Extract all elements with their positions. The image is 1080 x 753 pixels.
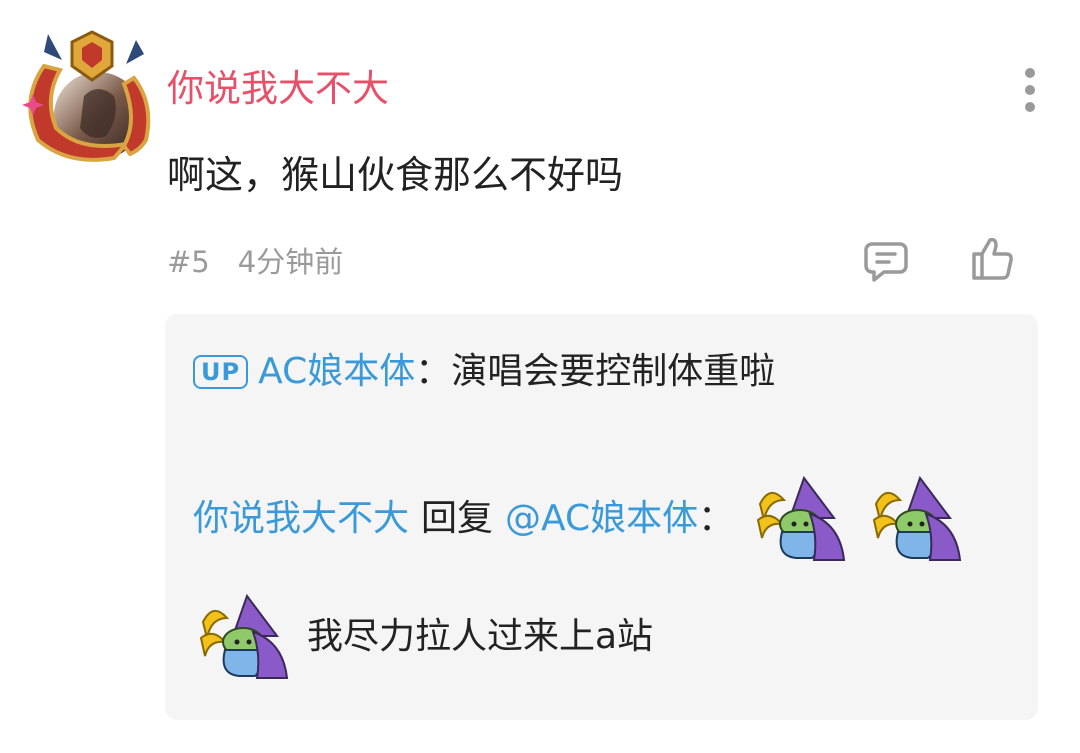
reply-list: UP AC娘本体 ： 演唱会要控制体重啦 你说我大不大 回复 @AC娘本体 ： (165, 314, 1038, 720)
comment-meta: #5 4分钟前 (167, 240, 343, 284)
hug-goblin-sticker (197, 592, 297, 682)
up-badge: UP (193, 355, 249, 389)
reply-word: 回复 (421, 498, 494, 539)
comment-username[interactable]: 你说我大不大 (167, 64, 389, 114)
more-vertical-icon-dot (1025, 85, 1035, 95)
more-vertical-icon (1025, 68, 1035, 78)
reply-icon (864, 242, 908, 282)
reply-author[interactable]: AC娘本体 (258, 347, 415, 397)
reply-separator: ： (415, 351, 452, 392)
like-button[interactable] (968, 234, 1018, 284)
floor-number: #5 (167, 245, 210, 279)
comment-text: 啊这，猴山伙食那么不好吗 (167, 153, 624, 197)
avatar[interactable] (14, 26, 164, 162)
reply-text: 演唱会要控制体重啦 (451, 351, 776, 392)
reply-author[interactable]: 你说我大不大 (193, 494, 409, 544)
comment-time: 4分钟前 (237, 245, 344, 279)
reply-button[interactable] (862, 236, 910, 284)
more-vertical-icon-dot (1025, 102, 1035, 112)
hug-goblin-sticker (754, 474, 854, 564)
reply-item[interactable]: UP AC娘本体 ： 演唱会要控制体重啦 (193, 347, 775, 397)
reply-item[interactable]: 你说我大不大 回复 @AC娘本体 ： (193, 474, 970, 564)
reply-mention[interactable]: @AC娘本体 (505, 494, 698, 544)
avatar-frame (22, 30, 151, 162)
reply-separator: ： (698, 498, 735, 539)
thumbs-up-icon (972, 237, 1013, 280)
reply-text: 我尽力拉人过来上a站 (307, 616, 654, 657)
more-options-button[interactable] (1010, 62, 1050, 118)
reply-item-continued: 我尽力拉人过来上a站 (193, 592, 653, 682)
hug-goblin-sticker (870, 474, 970, 564)
